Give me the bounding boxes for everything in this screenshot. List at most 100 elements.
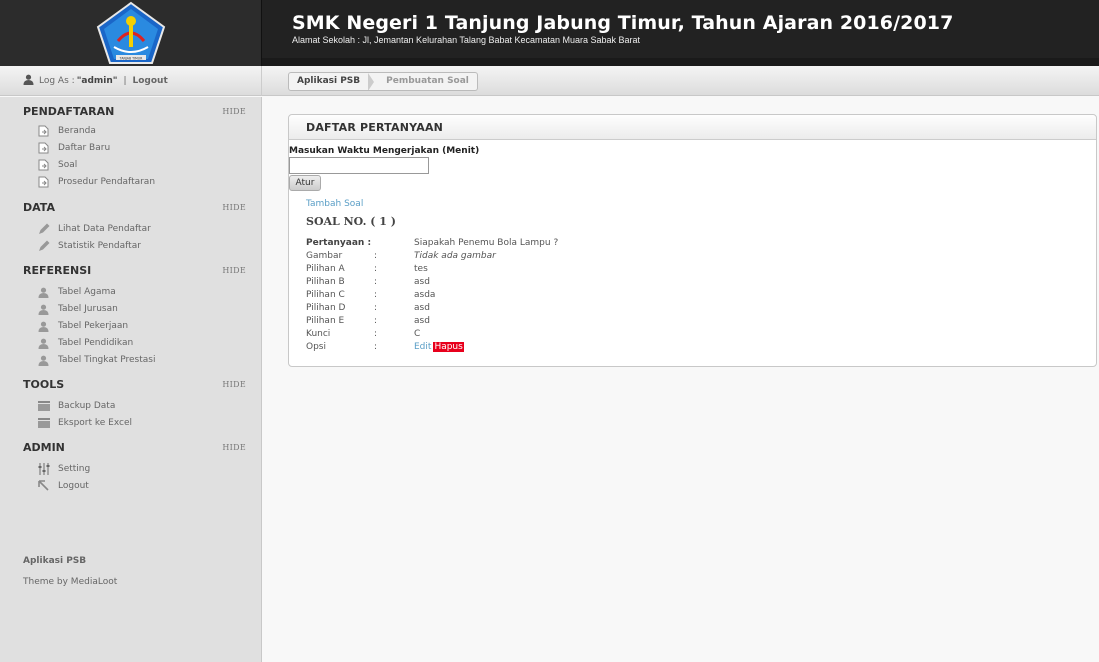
- row-colon: :: [374, 303, 378, 313]
- sidebar-item-label: Prosedur Pendaftaran: [58, 177, 156, 187]
- row-colon: :: [374, 264, 378, 274]
- sidebar-item-label: Backup Data: [58, 401, 116, 411]
- atur-button[interactable]: Atur: [289, 175, 321, 191]
- sidebar-section-data: DATA HIDE: [0, 200, 262, 214]
- separator: |: [123, 76, 127, 86]
- sidebar-item-label: Lihat Data Pendaftar: [58, 224, 151, 234]
- header: TANJAB TIMUR SMK Negeri 1 Tanjung Jabung…: [0, 0, 1099, 66]
- row-colon: :: [374, 277, 378, 287]
- sidebar-item-logout[interactable]: Logout: [37, 480, 89, 492]
- user-icon: [37, 286, 50, 298]
- hide-toggle[interactable]: HIDE: [222, 443, 246, 452]
- question-row: Pertanyaan : Siapakah Penemu Bola Lampu …: [306, 238, 558, 248]
- sidebar-item-tabel-agama[interactable]: Tabel Agama: [37, 286, 116, 298]
- sidebar-item-label: Tabel Pekerjaan: [58, 321, 129, 331]
- sidebar-item-tabel-prestasi[interactable]: Tabel Tingkat Prestasi: [37, 354, 155, 366]
- page-icon: [37, 142, 50, 154]
- sidebar-item-statistik[interactable]: Statistik Pendaftar: [37, 240, 141, 252]
- row-colon: :: [374, 316, 378, 326]
- section-title: ADMIN: [23, 440, 65, 454]
- sidebar-item-label: Daftar Baru: [58, 143, 111, 153]
- hide-toggle[interactable]: HIDE: [222, 380, 246, 389]
- edit-link[interactable]: Edit: [414, 342, 431, 352]
- row-key: Opsi: [306, 342, 326, 352]
- row-value: Tidak ada gambar: [414, 251, 496, 261]
- sidebar-item-prosedur[interactable]: Prosedur Pendaftaran: [37, 176, 155, 188]
- sidebar-item-tabel-pendidikan[interactable]: Tabel Pendidikan: [37, 337, 133, 349]
- option-d-row: Pilihan D : asd: [306, 303, 430, 313]
- page-icon: [37, 159, 50, 171]
- header-stripe: [262, 58, 1099, 66]
- hide-toggle[interactable]: HIDE: [222, 203, 246, 212]
- row-key: Gambar: [306, 251, 343, 261]
- footer-app-name: Aplikasi PSB: [23, 556, 87, 566]
- image-row: Gambar : Tidak ada gambar: [306, 251, 496, 261]
- question-number-heading: SOAL NO. ( 1 ): [306, 215, 396, 228]
- row-value: asd: [414, 303, 430, 313]
- sidebar-item-lihat-data[interactable]: Lihat Data Pendaftar: [37, 223, 151, 235]
- user-status: Log As : "admin" | Logout: [0, 66, 262, 96]
- sidebar-item-label: Logout: [58, 481, 89, 491]
- secondary-bar: Log As : "admin" | Logout Aplikasi PSB P…: [0, 66, 1099, 96]
- option-b-row: Pilihan B : asd: [306, 277, 430, 287]
- row-value: C: [414, 329, 421, 339]
- user-icon: [37, 303, 50, 315]
- row-key: Pilihan C: [306, 290, 345, 300]
- logout-link[interactable]: Logout: [133, 76, 168, 86]
- option-e-row: Pilihan E : asd: [306, 316, 430, 326]
- user-icon: [23, 74, 34, 88]
- panel-title: DAFTAR PERTANYAAN: [306, 120, 444, 134]
- arrow-icon: [37, 480, 50, 492]
- section-title: TOOLS: [23, 377, 65, 391]
- sidebar-item-label: Tabel Tingkat Prestasi: [58, 355, 156, 365]
- sidebar-item-setting[interactable]: Setting: [37, 463, 90, 475]
- login-prefix: Log As :: [39, 76, 75, 86]
- options-row: Opsi : Edit Hapus: [306, 342, 464, 352]
- question-list-panel: DAFTAR PERTANYAAN Masukan Waktu Mengerja…: [288, 114, 1097, 367]
- user-icon: [37, 354, 50, 366]
- time-label: Masukan Waktu Mengerjakan (Menit): [289, 146, 480, 156]
- option-c-row: Pilihan C : asda: [306, 290, 435, 300]
- hide-toggle[interactable]: HIDE: [222, 107, 246, 116]
- row-colon: :: [374, 342, 378, 352]
- sidebar-item-beranda[interactable]: Beranda: [37, 125, 96, 137]
- sidebar-item-daftar-baru[interactable]: Daftar Baru: [37, 142, 110, 154]
- sidebar-section-tools: TOOLS HIDE: [0, 377, 262, 391]
- sidebar-section-pendaftaran: PENDAFTARAN HIDE: [0, 104, 262, 118]
- logo-text: TANJAB TIMUR: [118, 56, 142, 60]
- breadcrumb-app[interactable]: Aplikasi PSB: [289, 73, 368, 90]
- sidebar-footer: Aplikasi PSB Theme by MediaLoot: [23, 556, 117, 587]
- row-key: Pilihan E: [306, 316, 345, 326]
- sliders-icon: [37, 463, 50, 475]
- row-colon: :: [374, 290, 378, 300]
- row-key: Pilihan A: [306, 264, 345, 274]
- row-value: asda: [414, 290, 436, 300]
- delete-link[interactable]: Hapus: [433, 342, 464, 352]
- site-subtitle: Alamat Sekolah : Jl, Jemantan Kelurahan …: [292, 35, 641, 45]
- row-key: Pertanyaan :: [306, 238, 372, 248]
- pencil-icon: [37, 223, 50, 235]
- user-icon: [37, 320, 50, 332]
- time-input[interactable]: [289, 157, 429, 174]
- school-logo: TANJAB TIMUR: [96, 1, 165, 64]
- add-question-link[interactable]: Tambah Soal: [306, 199, 363, 209]
- sidebar-item-tabel-pekerjaan[interactable]: Tabel Pekerjaan: [37, 320, 128, 332]
- sidebar-section-referensi: REFERENSI HIDE: [0, 263, 262, 277]
- sidebar-section-admin: ADMIN HIDE: [0, 440, 262, 454]
- pencil-icon: [37, 240, 50, 252]
- sidebar-item-soal[interactable]: Soal: [37, 159, 77, 171]
- row-key: Pilihan B: [306, 277, 345, 287]
- user-icon: [37, 337, 50, 349]
- row-colon: :: [374, 251, 378, 261]
- breadcrumb-current: Pembuatan Soal: [386, 76, 469, 86]
- row-key: Kunci: [306, 329, 331, 339]
- sidebar-item-tabel-jurusan[interactable]: Tabel Jurusan: [37, 303, 118, 315]
- sidebar-item-label: Statistik Pendaftar: [58, 241, 141, 251]
- sidebar-item-eksport[interactable]: Eksport ke Excel: [37, 417, 132, 429]
- hide-toggle[interactable]: HIDE: [222, 266, 246, 275]
- panel-header: DAFTAR PERTANYAAN: [289, 115, 1096, 140]
- row-colon: :: [374, 329, 378, 339]
- site-title: SMK Negeri 1 Tanjung Jabung Timur, Tahun…: [292, 12, 954, 34]
- sidebar-item-label: Setting: [58, 464, 91, 474]
- sidebar-item-backup[interactable]: Backup Data: [37, 400, 115, 412]
